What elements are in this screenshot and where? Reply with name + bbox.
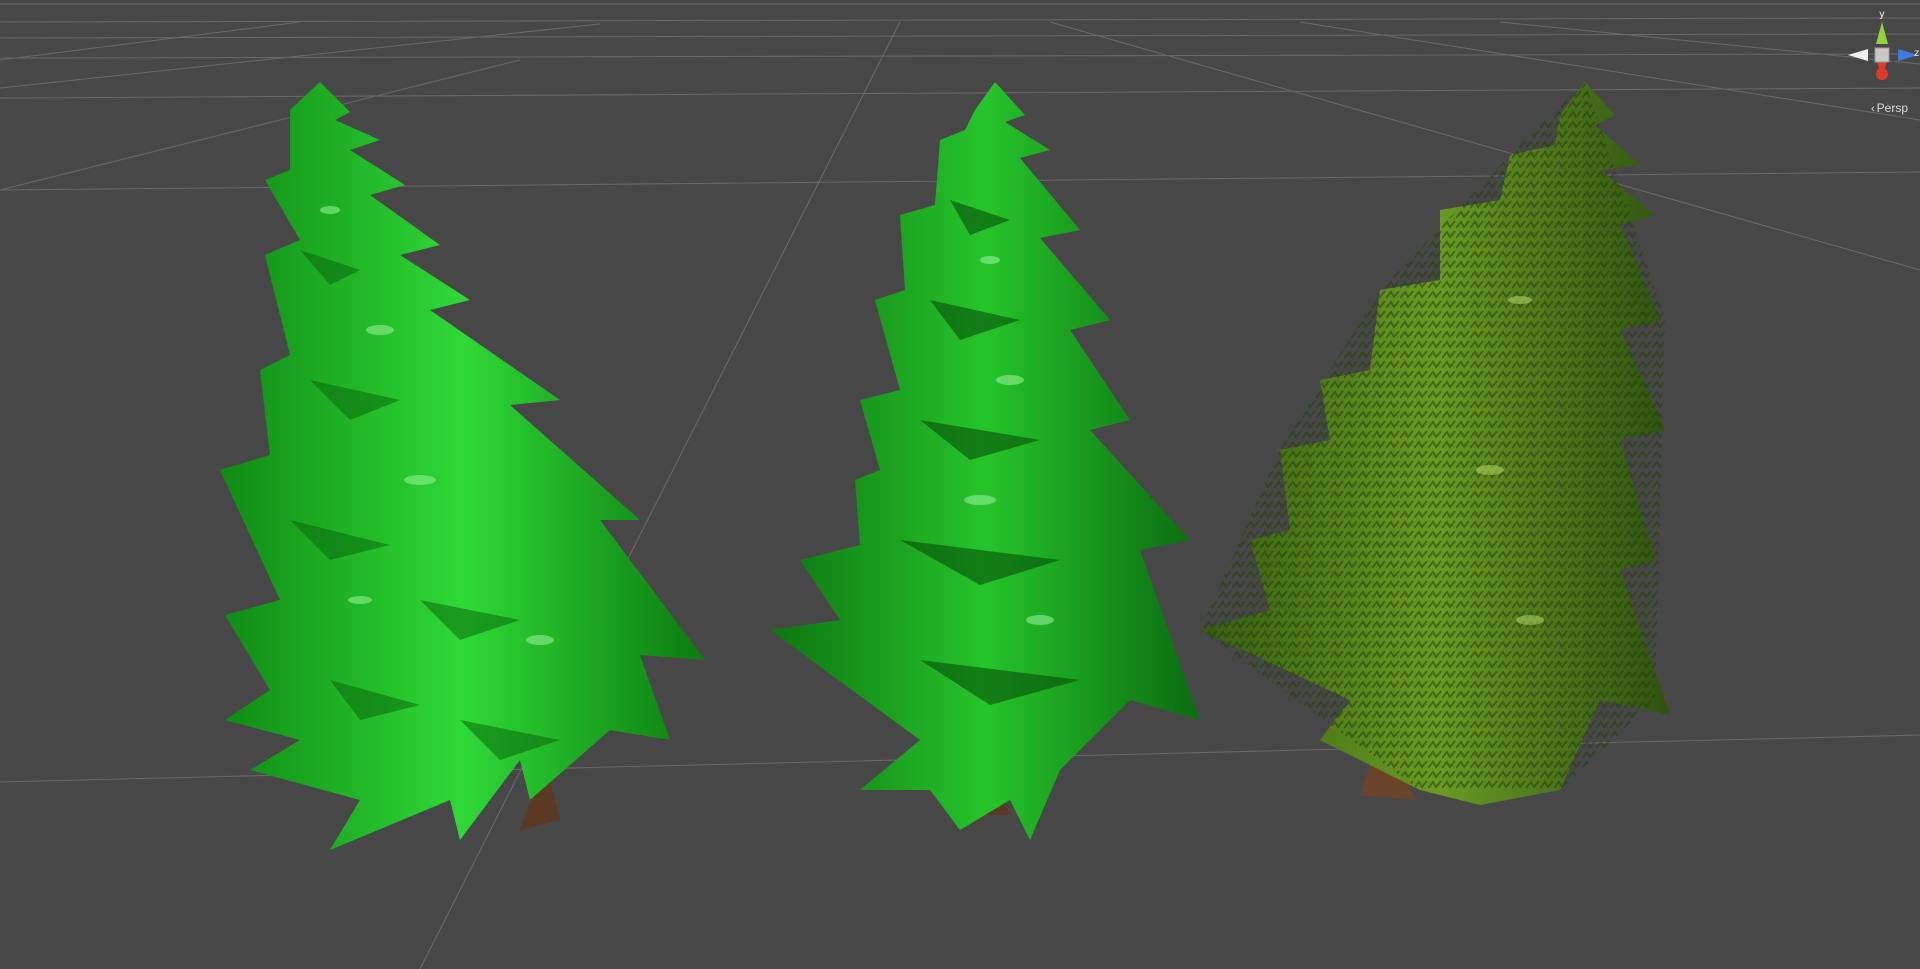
tree-middle[interactable] [770, 82, 1200, 840]
chevron-left-icon: ‹ [1870, 103, 1875, 115]
tree-right[interactable] [1200, 82, 1670, 805]
scene-canvas[interactable] [0, 0, 1920, 969]
tree-left[interactable] [220, 82, 705, 850]
gizmo-center-cube[interactable] [1874, 47, 1890, 63]
projection-label: Persp [1876, 101, 1908, 115]
scene-viewport[interactable]: y z ‹ Persp [0, 0, 1920, 969]
y-axis-label: y [1879, 9, 1885, 20]
y-axis-cone[interactable] [1876, 22, 1888, 44]
neg-z-axis-cone[interactable] [1848, 49, 1868, 61]
projection-toggle[interactable]: ‹ Persp [1871, 101, 1908, 115]
z-axis-label: z [1914, 48, 1920, 59]
